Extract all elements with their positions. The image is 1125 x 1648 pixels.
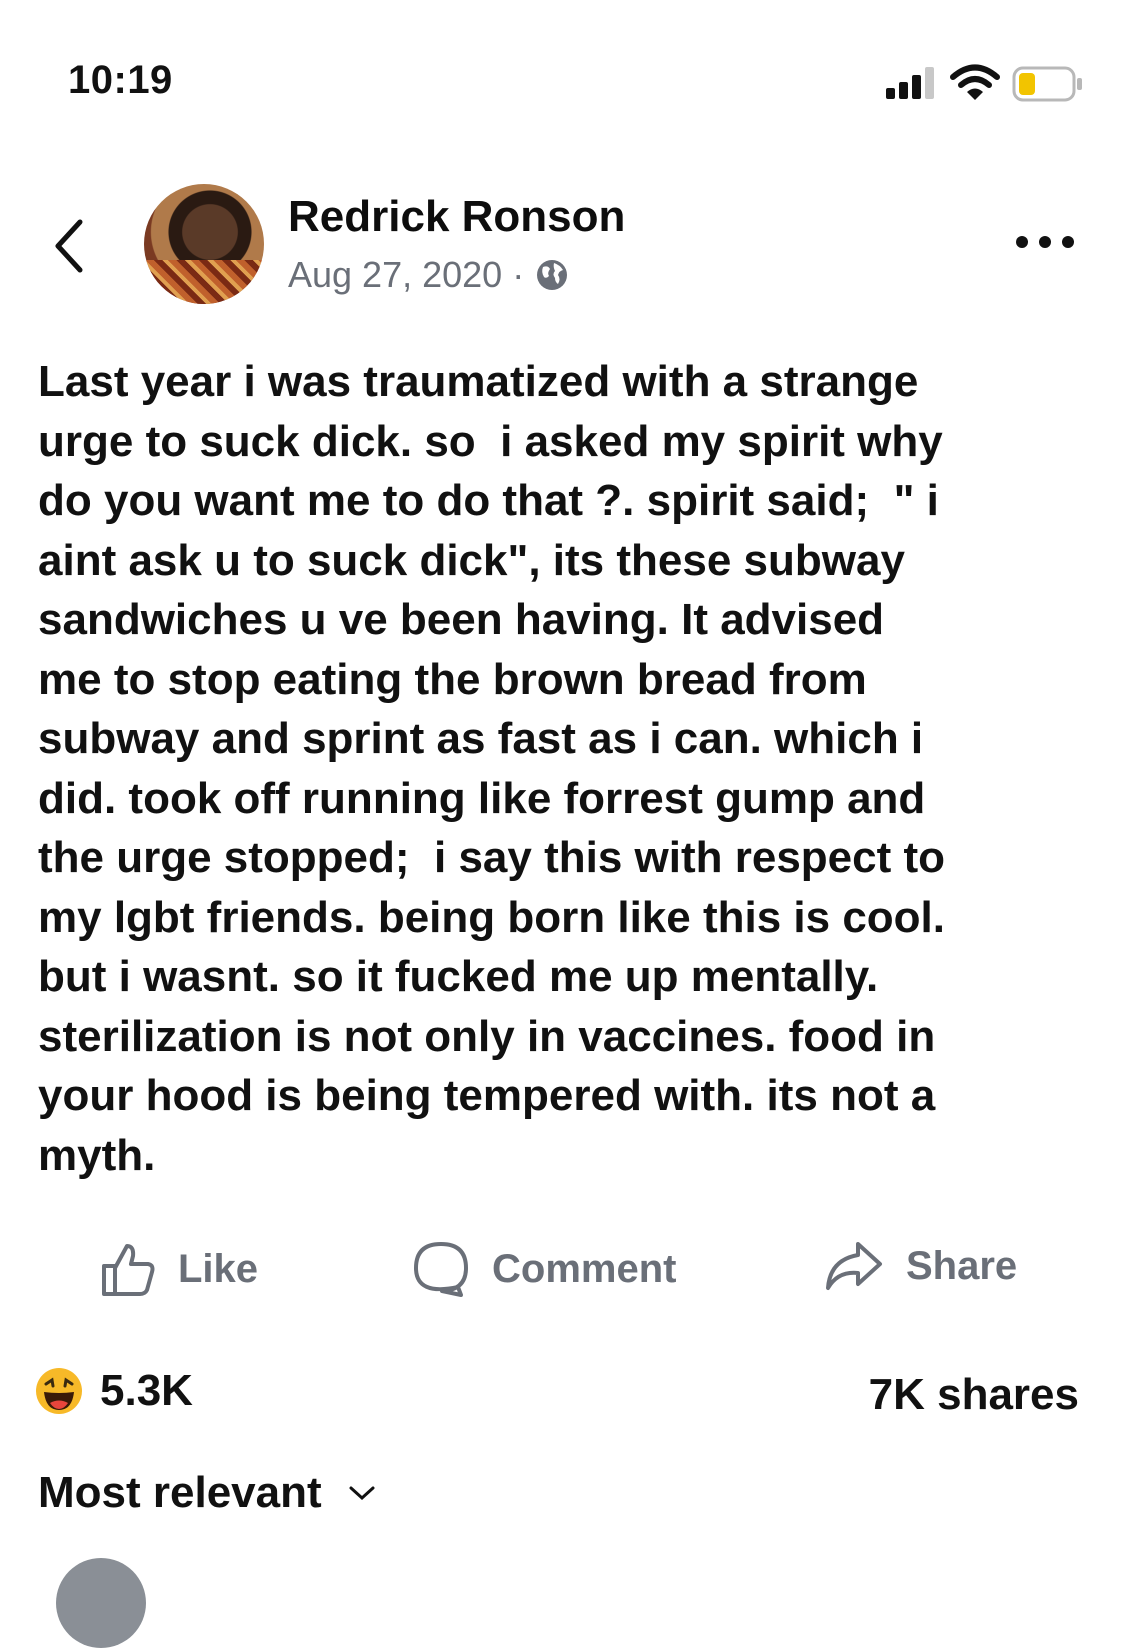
more-options-icon[interactable] [1014,232,1076,252]
wifi-icon [950,64,1000,100]
action-bar: Like Comment Share [0,1240,1125,1310]
thumbs-up-icon [102,1244,155,1296]
post-header: Redrick Ronson Aug 27, 2020 · [0,180,1125,320]
like-label: Like [178,1246,259,1291]
engagement-stats: 5.3K 7K shares [0,1366,1125,1426]
shares-count[interactable]: 7K shares [869,1370,1079,1420]
author-avatar[interactable] [144,184,264,304]
status-time: 10:19 [68,58,173,102]
comment-bubble-icon [414,1242,468,1297]
share-arrow-icon [826,1242,882,1290]
globe-icon [537,260,568,290]
share-button[interactable]: Share [824,1240,1017,1292]
like-button[interactable]: Like [100,1240,258,1298]
back-arrow-icon[interactable] [48,216,88,276]
commenter-avatar[interactable] [56,1558,146,1648]
battery-low-icon [1012,66,1082,102]
comment-button[interactable]: Comment [412,1240,676,1298]
chevron-down-icon [349,1486,375,1501]
post-meta: Aug 27, 2020 · [288,254,570,296]
cellular-signal-icon [886,67,934,99]
reaction-count: 5.3K [100,1366,193,1415]
comment-label: Comment [492,1246,677,1291]
post-body-text: Last year i was traumatized with a stran… [38,357,946,1180]
post-date[interactable]: Aug 27, 2020 [288,254,502,296]
meta-separator: · [512,254,525,295]
share-label: Share [906,1243,1018,1288]
status-bar: 10:19 [0,0,1125,150]
sort-label: Most relevant [38,1468,322,1517]
reaction-summary[interactable]: 5.3K [34,1366,193,1416]
author-name[interactable]: Redrick Ronson [288,192,625,242]
haha-emoji-icon [36,1368,82,1414]
comment-sort-dropdown[interactable]: Most relevant [38,1468,376,1518]
